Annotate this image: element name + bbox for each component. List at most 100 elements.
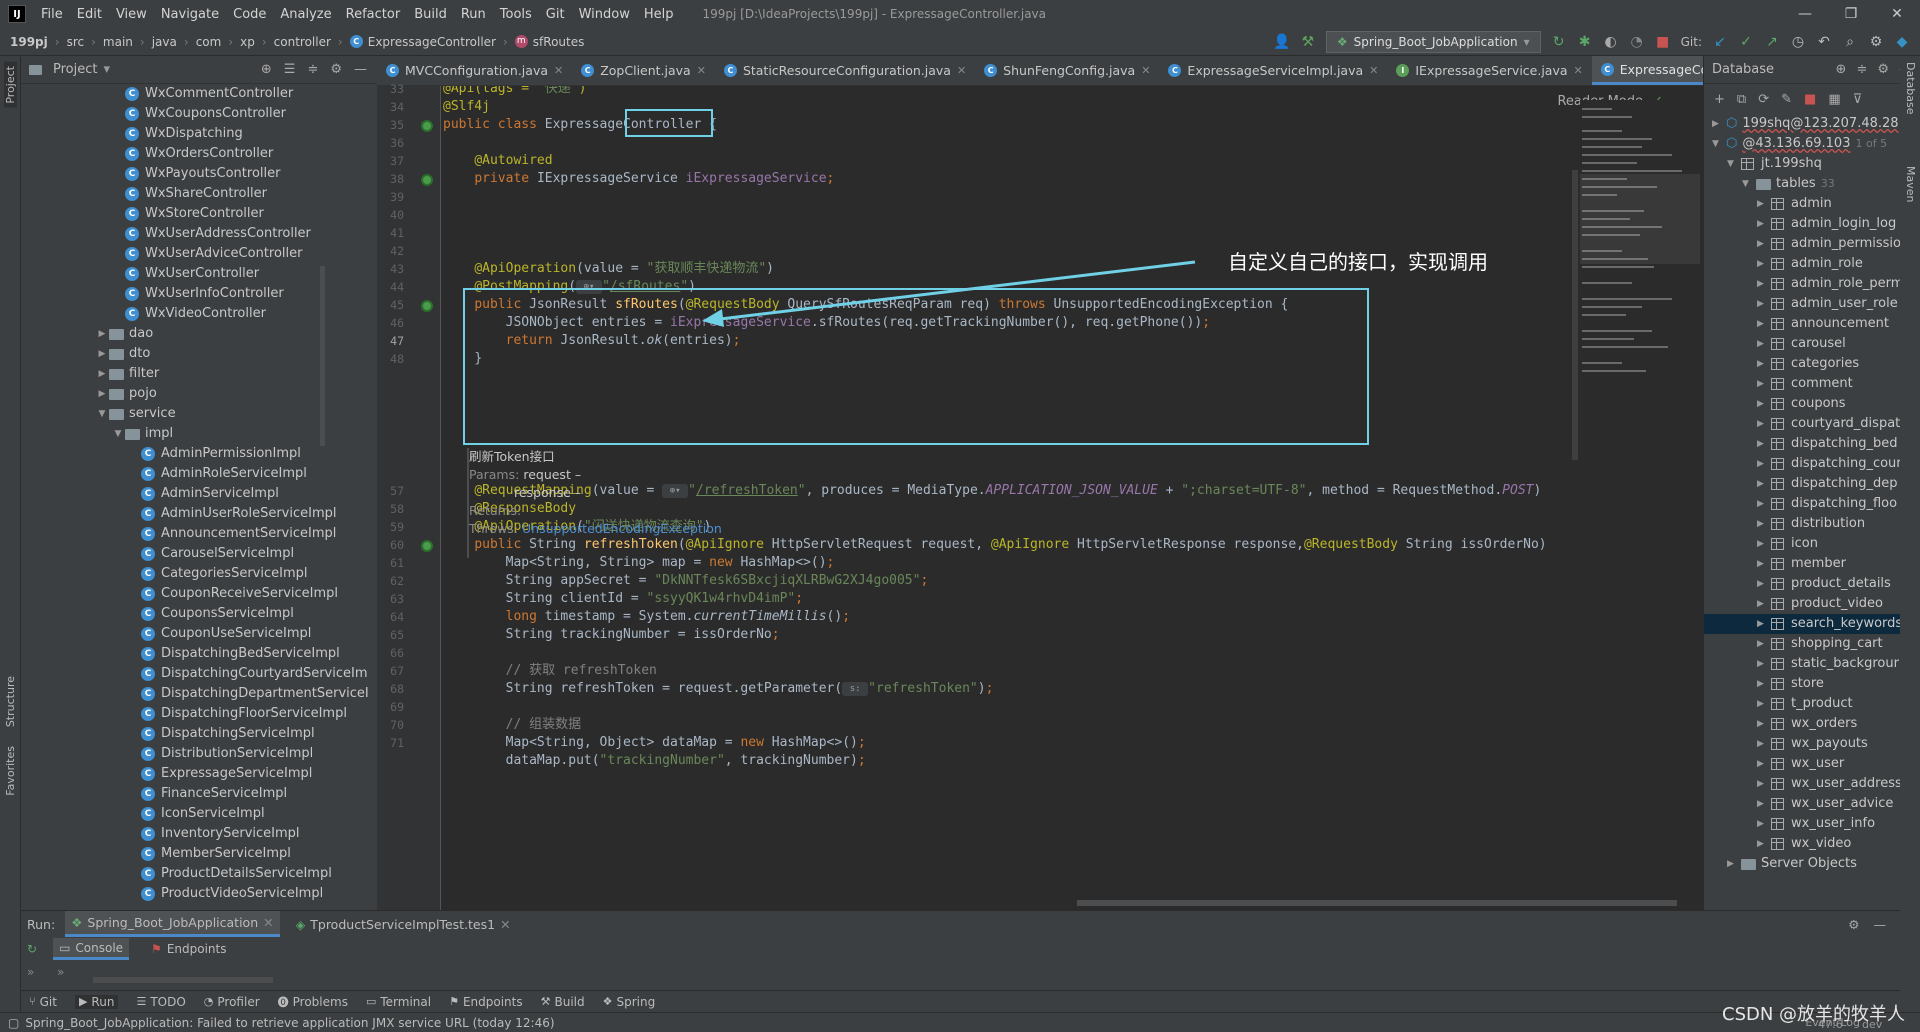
db-tree-table[interactable]: ▶ store — [1704, 674, 1920, 694]
search-icon[interactable]: ⌕ — [1842, 34, 1858, 50]
breadcrumb-item[interactable]: com — [196, 35, 222, 49]
expand-icon[interactable]: » — [57, 965, 64, 979]
code-minimap[interactable] — [1580, 100, 1700, 460]
edit-icon[interactable]: ✎ — [1781, 92, 1792, 107]
editor-tab[interactable]: C ShunFengConfig.java ✕ — [975, 56, 1159, 85]
locate-icon[interactable]: ⊕ — [1836, 62, 1847, 77]
db-tree-table[interactable]: ▶ admin_permission — [1704, 234, 1920, 254]
close-icon[interactable]: ✕ — [957, 64, 966, 77]
tree-item[interactable]: C CategoriesServiceImpl — [21, 564, 377, 584]
chevron-icon[interactable]: ▶ — [1757, 574, 1771, 594]
tree-item[interactable]: C WxStoreController — [21, 204, 377, 224]
database-tool-button[interactable]: Database — [1904, 62, 1917, 115]
chevron-icon[interactable]: ▶ — [1757, 394, 1771, 414]
bottom-tool-git[interactable]: ⑂ Git — [29, 995, 57, 1009]
chevron-icon[interactable]: ▶ — [1757, 714, 1771, 734]
menu-item-navigate[interactable]: Navigate — [154, 7, 226, 22]
chevron-icon[interactable]: ▶ — [1757, 554, 1771, 574]
user-icon[interactable]: 👤 — [1273, 34, 1290, 50]
close-icon[interactable]: ✕ — [1574, 64, 1583, 77]
tree-item[interactable]: C WxDispatching — [21, 124, 377, 144]
favorites-tool-button[interactable]: Favorites — [4, 746, 17, 796]
editor-tab[interactable]: C StaticResourceConfiguration.java ✕ — [715, 56, 975, 85]
menu-item-refactor[interactable]: Refactor — [339, 7, 408, 22]
chevron-icon[interactable]: ▶ — [95, 344, 109, 364]
chevron-icon[interactable]: ▼ — [1712, 134, 1726, 154]
project-tool-button[interactable]: Project — [4, 62, 17, 108]
stop-icon[interactable]: ■ — [1804, 92, 1816, 107]
chevron-icon[interactable]: ▶ — [1757, 414, 1771, 434]
db-tree-table[interactable]: ▶ icon — [1704, 534, 1920, 554]
db-tree-table[interactable]: ▶ dispatching_bed — [1704, 434, 1920, 454]
tree-item[interactable]: C WxUserAddressController — [21, 224, 377, 244]
hide-icon[interactable]: — — [354, 62, 367, 77]
menu-item-run[interactable]: Run — [454, 7, 493, 22]
db-tree-folder[interactable]: ▼ tables 33 — [1704, 174, 1920, 194]
chevron-icon[interactable]: ▶ — [1757, 274, 1771, 294]
chevron-icon[interactable]: ▶ — [1757, 494, 1771, 514]
chevron-icon[interactable]: ▶ — [1757, 314, 1771, 334]
locate-icon[interactable]: ⊕ — [261, 62, 272, 77]
stop-icon[interactable]: ■ — [1655, 34, 1671, 50]
bottom-tool-terminal[interactable]: ▭ Terminal — [366, 995, 431, 1009]
db-tree-table[interactable]: ▶ distribution — [1704, 514, 1920, 534]
db-tree-conn[interactable]: ▶⬡199shq@123.207.48.281 — [1704, 114, 1920, 134]
chevron-icon[interactable]: ▶ — [1757, 534, 1771, 554]
bottom-tool-build[interactable]: ⚒ Build — [541, 995, 585, 1009]
doc-throws-link[interactable]: UnsupportedEncodingException — [522, 521, 722, 536]
table-view-icon[interactable]: ▦ — [1828, 92, 1840, 107]
tree-item[interactable]: C WxShareController — [21, 184, 377, 204]
horizontal-scrollbar[interactable] — [1077, 900, 1677, 906]
console-scrollbar[interactable] — [93, 977, 273, 983]
bottom-tool-run[interactable]: ▶ Run — [74, 994, 119, 1009]
db-tree-table[interactable]: ▶ search_keywords — [1704, 614, 1920, 634]
console-tab[interactable]: ▭ Console — [53, 938, 130, 960]
chevron-icon[interactable]: ▶ — [1757, 734, 1771, 754]
chevron-icon[interactable]: ▶ — [1757, 614, 1771, 634]
rerun-icon[interactable]: ↻ — [1551, 34, 1567, 50]
project-panel-title[interactable]: Project — [53, 62, 97, 77]
db-tree-schema[interactable]: ▼ jt.199shq — [1704, 154, 1920, 174]
chevron-icon[interactable]: ▶ — [1757, 594, 1771, 614]
close-icon[interactable]: ✕ — [1874, 6, 1920, 22]
chevron-icon[interactable]: ▶ — [1757, 814, 1771, 834]
menu-item-file[interactable]: File — [34, 7, 70, 22]
tree-item[interactable]: C AnnouncementServiceImpl — [21, 524, 377, 544]
menu-item-help[interactable]: Help — [637, 7, 681, 22]
tree-item[interactable]: C ProductDetailsServiceImpl — [21, 864, 377, 884]
chevron-icon[interactable]: ▶ — [1757, 254, 1771, 274]
build-hammer-icon[interactable]: ⚒ — [1300, 34, 1316, 50]
settings-gear-icon[interactable]: ⚙ — [1848, 917, 1859, 932]
tree-item[interactable]: C ExpressageServiceImpl — [21, 764, 377, 784]
chevron-icon[interactable]: ▶ — [1712, 114, 1726, 134]
db-tree-table[interactable]: ▶ dispatching_dep — [1704, 474, 1920, 494]
settings-gear-icon[interactable]: ⚙ — [1877, 62, 1889, 77]
db-tree-table[interactable]: ▶ static_backgrour — [1704, 654, 1920, 674]
chevron-icon[interactable]: ▶ — [1757, 334, 1771, 354]
gutter-bean-icon[interactable] — [421, 174, 433, 186]
chevron-icon[interactable]: ▶ — [95, 364, 109, 384]
add-icon[interactable]: + — [1714, 92, 1725, 107]
close-icon[interactable]: ✕ — [1369, 64, 1378, 77]
hide-icon[interactable]: — — [1874, 917, 1887, 932]
chevron-icon[interactable]: ▶ — [1757, 474, 1771, 494]
db-tree-table[interactable]: ▶ carousel — [1704, 334, 1920, 354]
menu-item-view[interactable]: View — [109, 7, 154, 22]
gutter-bean-icon[interactable] — [421, 300, 433, 312]
db-tree-server[interactable]: ▶ Server Objects — [1704, 854, 1920, 874]
bottom-tool-problems[interactable]: ⓿ Problems — [278, 994, 348, 1010]
chevron-icon[interactable]: ▶ — [95, 324, 109, 344]
structure-tool-button[interactable]: Structure — [4, 676, 17, 727]
breadcrumb-item[interactable]: sfRoutes — [533, 35, 585, 49]
endpoints-tab[interactable]: ⚑ Endpoints — [145, 938, 232, 960]
toolbox-icon[interactable]: ◆ — [1894, 34, 1910, 50]
db-tree-table[interactable]: ▶ categories — [1704, 354, 1920, 374]
tree-item[interactable]: C FinanceServiceImpl — [21, 784, 377, 804]
tree-item[interactable]: C WxCouponsController — [21, 104, 377, 124]
close-icon[interactable]: ✕ — [1141, 64, 1150, 77]
gutter-bean-icon[interactable] — [421, 120, 433, 132]
filter-icon[interactable]: ⊽ — [1853, 92, 1863, 107]
refresh-icon[interactable]: ⟳ — [1758, 92, 1769, 107]
tree-item[interactable]: C DispatchingServiceImpl — [21, 724, 377, 744]
chevron-icon[interactable]: ▶ — [1757, 294, 1771, 314]
